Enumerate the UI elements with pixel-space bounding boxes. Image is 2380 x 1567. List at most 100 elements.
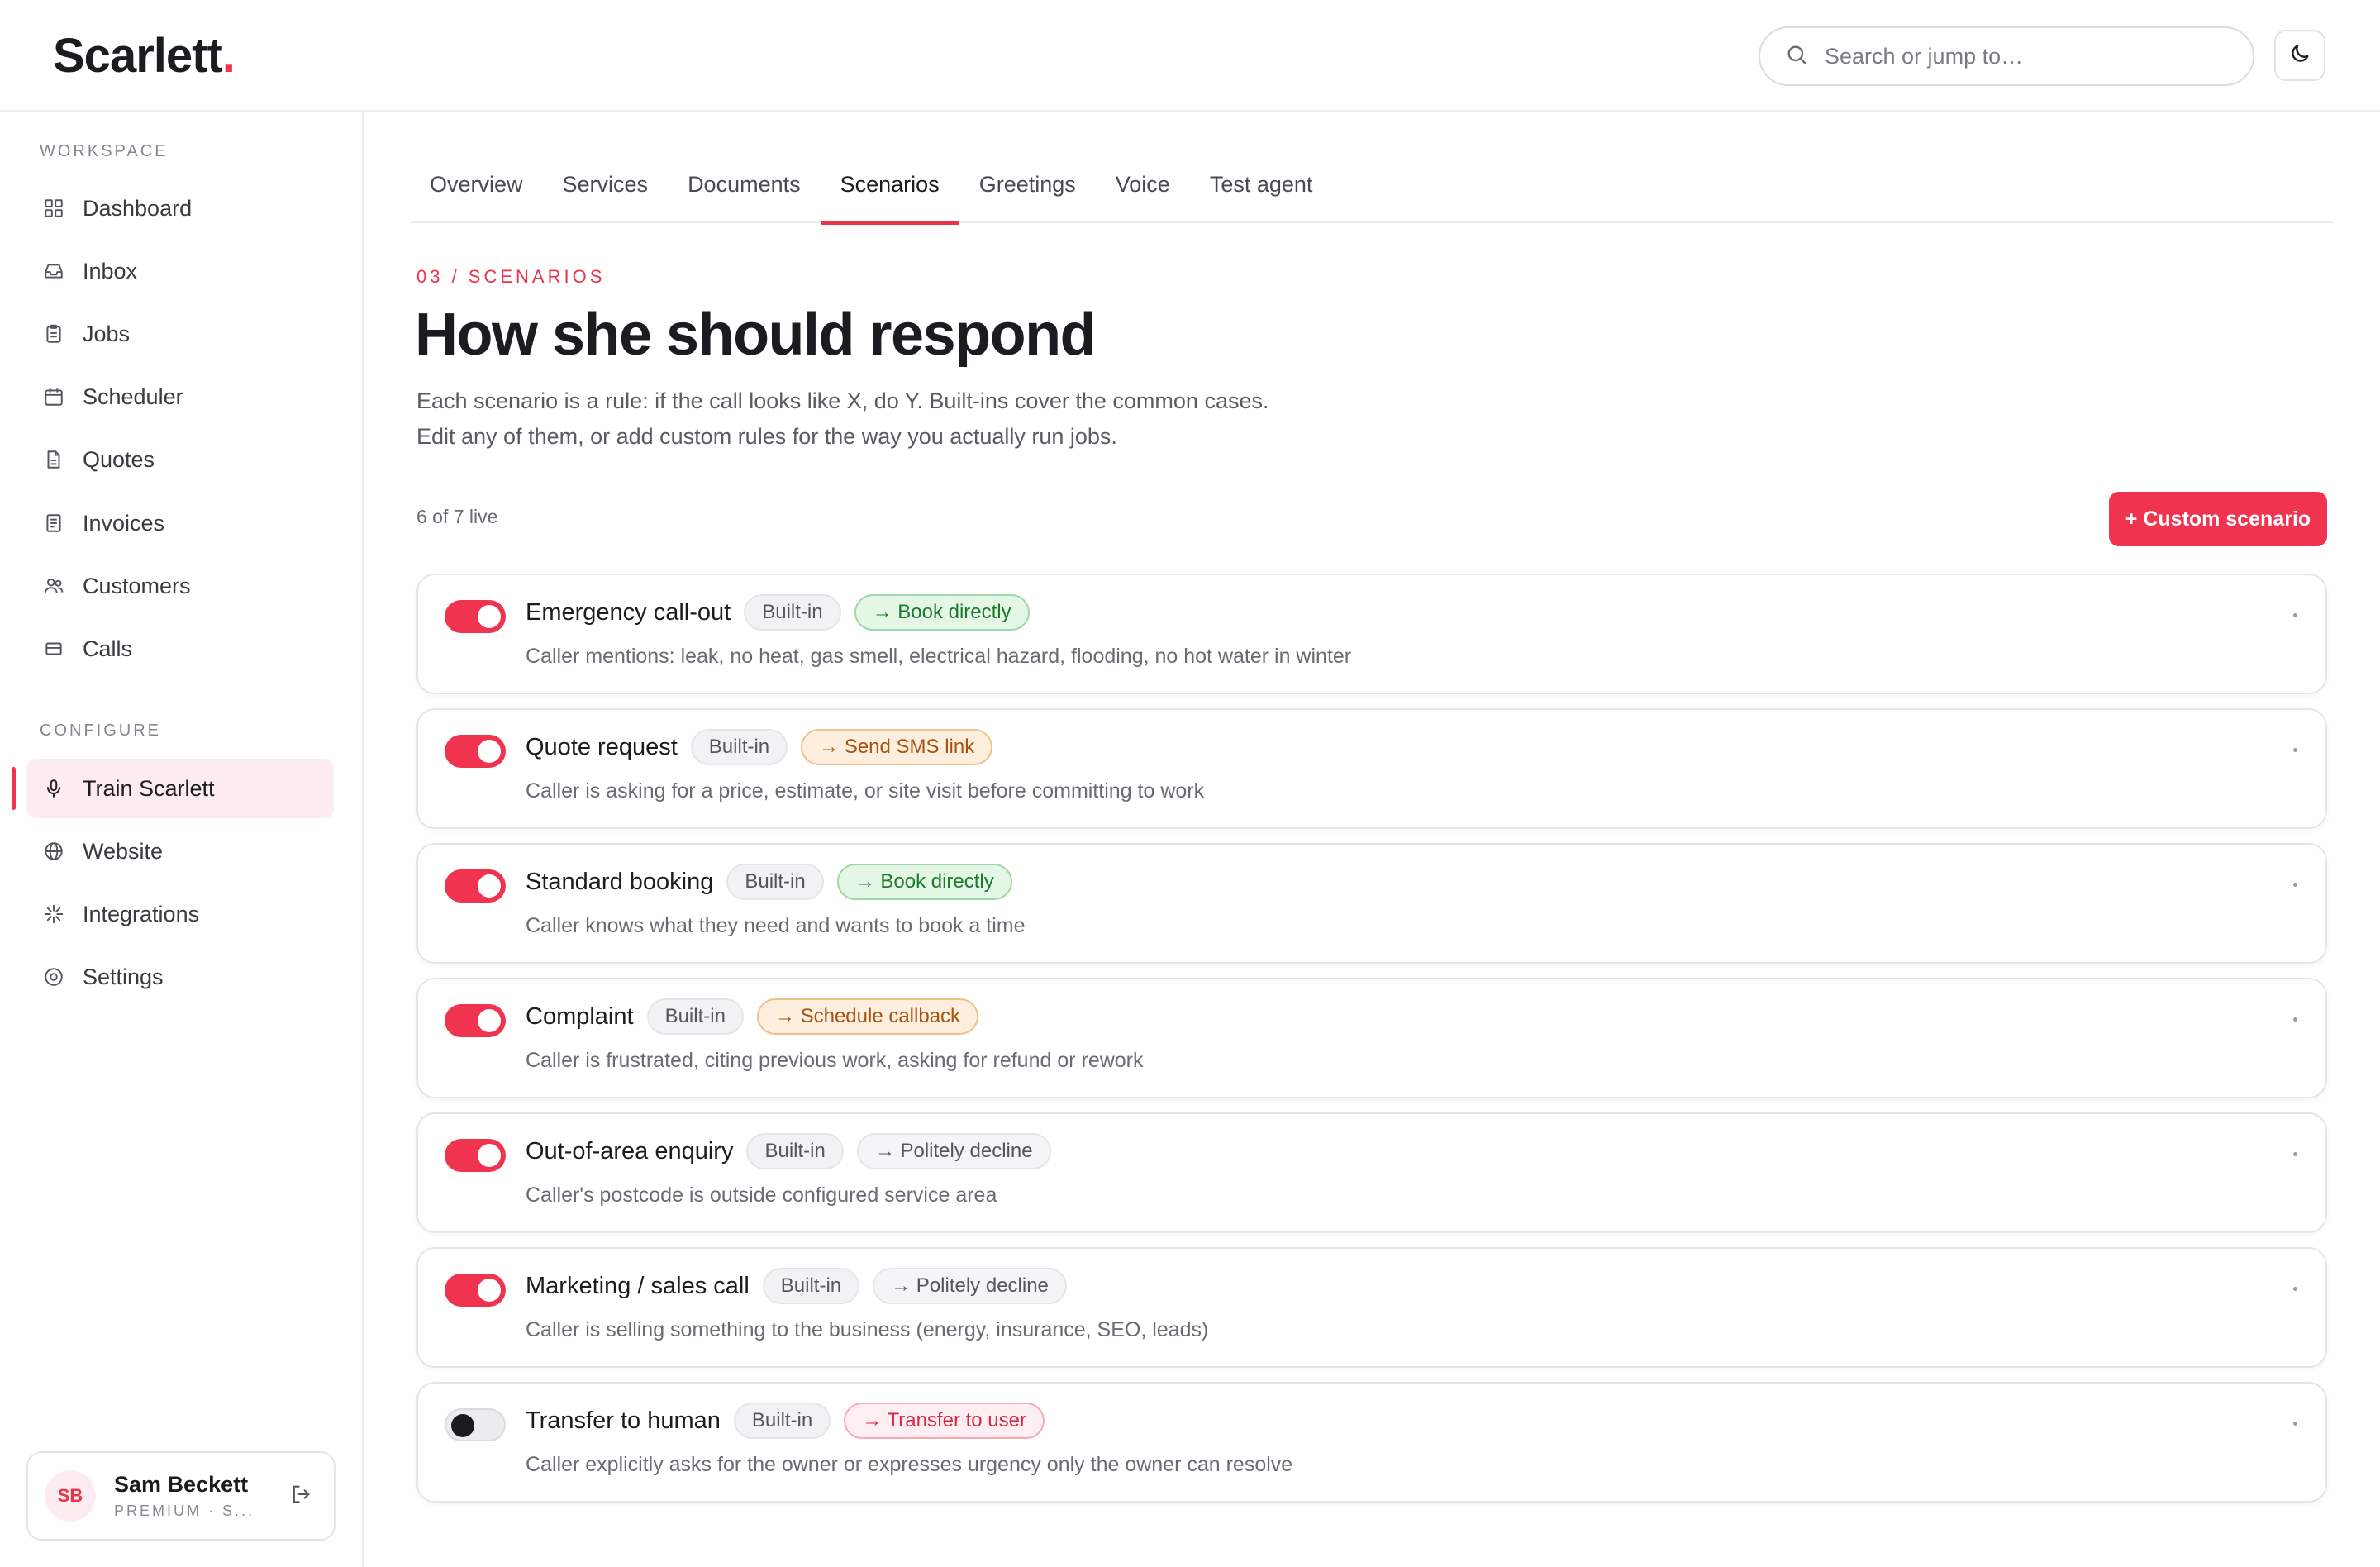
scenario-card[interactable]: Out-of-area enquiry Built-in → Politely … (416, 1112, 2327, 1233)
more-options-icon[interactable] (2293, 748, 2297, 752)
scenario-toggle[interactable] (445, 1139, 506, 1172)
scenario-description: Caller is selling something to the busin… (526, 1318, 1209, 1341)
theme-toggle-button[interactable] (2274, 30, 2325, 81)
scenario-card[interactable]: Emergency call-out Built-in → Book direc… (416, 574, 2327, 694)
scenario-title: Standard booking (526, 868, 714, 895)
more-options-icon[interactable] (2293, 1152, 2297, 1156)
logo-text: Scarlett (53, 29, 223, 83)
page-description: Each scenario is a rule: if the call loo… (416, 388, 1269, 449)
scenario-card[interactable]: Complaint Built-in → Schedule callback C… (416, 978, 2327, 1098)
scenario-title: Transfer to human (526, 1407, 721, 1434)
tab-greetings[interactable]: Greetings (959, 149, 1096, 223)
built-in-badge: Built-in (762, 1268, 860, 1304)
scenario-toggle[interactable] (445, 1408, 506, 1441)
sparkle-icon (41, 902, 66, 926)
toggle-knob (478, 740, 501, 763)
user-plan: PREMIUM · S... (114, 1503, 255, 1519)
action-badge: → Politely decline (873, 1268, 1067, 1304)
sidebar-item-label: Jobs (83, 321, 131, 346)
scenario-header: Transfer to human Built-in → Transfer to… (526, 1402, 1058, 1440)
logout-button[interactable] (288, 1483, 314, 1509)
sidebar-item-integrations[interactable]: Integrations (26, 884, 334, 944)
scenario-description: Caller knows what they need and wants to… (526, 914, 1026, 937)
tab-services[interactable]: Services (543, 149, 669, 223)
scenario-title: Complaint (526, 1003, 634, 1030)
section-eyebrow: 03 / SCENARIOS (416, 266, 606, 287)
clipboard-icon (41, 321, 66, 346)
search-box[interactable] (1759, 26, 2254, 86)
more-options-icon[interactable] (2293, 883, 2297, 887)
moon-icon (2288, 42, 2311, 69)
built-in-badge: Built-in (746, 1133, 844, 1169)
add-custom-scenario-button[interactable]: + Custom scenario (2109, 492, 2327, 546)
scenario-title: Quote request (526, 733, 678, 760)
sidebar-item-jobs[interactable]: Jobs (26, 304, 334, 364)
sidebar-item-label: Dashboard (83, 195, 193, 221)
sidebar-item-label: Inbox (83, 258, 138, 283)
settings-icon (41, 964, 66, 989)
tab-voice[interactable]: Voice (1096, 149, 1190, 223)
logout-icon (289, 1483, 312, 1510)
scenario-toggle[interactable] (445, 600, 506, 633)
scenario-description: Caller is frustrated, citing previous wo… (526, 1049, 1144, 1072)
sidebar: WORKSPACE Dashboard Inbox Jobs Scheduler… (0, 112, 364, 1567)
tab-scenarios[interactable]: Scenarios (820, 149, 959, 225)
top-bar: Scarlett. (0, 0, 2380, 112)
sidebar-item-label: Calls (83, 636, 133, 661)
sidebar-item-train-scarlett[interactable]: Train Scarlett (26, 759, 334, 818)
scenario-header: Emergency call-out Built-in → Book direc… (526, 593, 1043, 631)
grid-icon (41, 196, 66, 221)
receipt-icon (41, 511, 66, 536)
tab-documents[interactable]: Documents (668, 149, 821, 223)
active-indicator (12, 767, 16, 810)
scenario-card[interactable]: Marketing / sales call Built-in → Polite… (416, 1247, 2327, 1368)
sidebar-item-quotes[interactable]: Quotes (26, 430, 334, 489)
built-in-badge: Built-in (744, 594, 841, 631)
sidebar-item-label: Settings (83, 964, 164, 989)
user-card[interactable]: SB Sam Beckett PREMIUM · S... (26, 1451, 336, 1541)
action-badge: → Politely decline (856, 1133, 1051, 1169)
action-badge: → Book directly (836, 864, 1012, 900)
logo[interactable]: Scarlett. (53, 28, 236, 83)
scenario-header: Out-of-area enquiry Built-in → Politely … (526, 1132, 1064, 1170)
sidebar-item-label: Quotes (83, 446, 155, 472)
workspace-section-label: WORKSPACE (40, 142, 169, 160)
sidebar-item-invoices[interactable]: Invoices (26, 493, 334, 553)
scenario-card[interactable]: Standard booking Built-in → Book directl… (416, 843, 2327, 964)
scenario-card[interactable]: Quote request Built-in → Send SMS link C… (416, 708, 2327, 829)
scenario-toggle[interactable] (445, 1274, 506, 1307)
scenario-title: Out-of-area enquiry (526, 1137, 734, 1165)
tab-test-agent[interactable]: Test agent (1190, 149, 1333, 223)
search-input[interactable] (1825, 43, 2221, 69)
scenario-card[interactable]: Transfer to human Built-in → Transfer to… (416, 1382, 2327, 1503)
sidebar-item-customers[interactable]: Customers (26, 556, 334, 616)
scenario-header: Quote request Built-in → Send SMS link (526, 728, 1006, 766)
toggle-knob (478, 605, 501, 628)
more-options-icon[interactable] (2293, 1017, 2297, 1022)
scenario-header: Standard booking Built-in → Book directl… (526, 863, 1026, 901)
scenario-title: Emergency call-out (526, 598, 731, 626)
microphone-icon (41, 776, 66, 801)
more-options-icon[interactable] (2293, 1287, 2297, 1291)
sidebar-item-scheduler[interactable]: Scheduler (26, 367, 334, 426)
sidebar-item-dashboard[interactable]: Dashboard (26, 179, 334, 238)
scenario-toggle[interactable] (445, 1004, 506, 1037)
sidebar-item-settings[interactable]: Settings (26, 947, 334, 1007)
scenario-toggle[interactable] (445, 869, 506, 903)
calendar-icon (41, 384, 66, 409)
scenario-toggle[interactable] (445, 735, 506, 768)
search-icon (1785, 43, 1808, 70)
more-options-icon[interactable] (2293, 613, 2297, 617)
sidebar-item-label: Website (83, 838, 164, 864)
toggle-knob (478, 1144, 501, 1167)
tab-overview[interactable]: Overview (410, 149, 543, 223)
action-badge: → Send SMS link (801, 729, 993, 765)
sidebar-item-label: Train Scarlett (83, 775, 215, 801)
built-in-badge: Built-in (733, 1403, 831, 1439)
sidebar-item-calls[interactable]: Calls (26, 619, 334, 679)
more-options-icon[interactable] (2293, 1422, 2297, 1426)
sidebar-item-website[interactable]: Website (26, 822, 334, 881)
scenario-header: Marketing / sales call Built-in → Polite… (526, 1267, 1080, 1305)
action-badge: → Transfer to user (844, 1403, 1045, 1439)
sidebar-item-inbox[interactable]: Inbox (26, 241, 334, 301)
